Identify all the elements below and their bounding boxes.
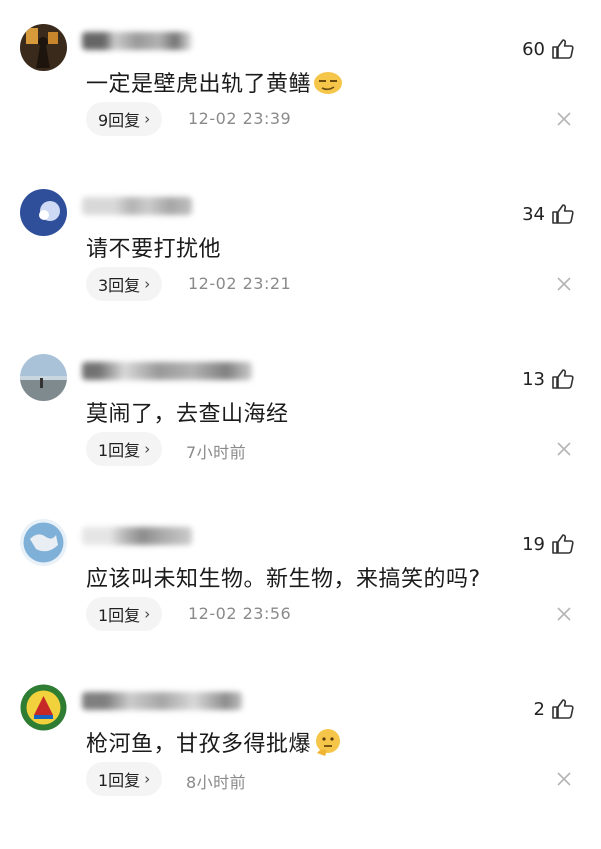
comment-time: 12-02 23:56 — [188, 604, 292, 623]
close-icon[interactable] — [555, 275, 573, 293]
avatar[interactable] — [20, 24, 67, 71]
replies-label: 1回复 — [98, 606, 141, 625]
replies-button[interactable]: 3回复 › — [86, 267, 163, 301]
like-button[interactable]: 34 — [522, 201, 575, 227]
comment-item: 2 枪河鱼，甘孜多得批爆 1回复 › 8小时前 — [0, 684, 601, 849]
thumbs-up-icon[interactable] — [551, 37, 575, 61]
replies-label: 1回复 — [98, 771, 141, 790]
avatar[interactable] — [20, 519, 67, 566]
thumbs-up-icon[interactable] — [551, 532, 575, 556]
comment-time: 8小时前 — [186, 773, 247, 792]
avatar[interactable] — [20, 189, 67, 236]
comment-time: 12-02 23:21 — [188, 274, 292, 293]
username-blurred[interactable] — [82, 197, 192, 215]
thumbs-up-icon[interactable] — [551, 697, 575, 721]
like-count: 13 — [522, 368, 545, 390]
avatar[interactable] — [20, 684, 67, 731]
replies-button[interactable]: 1回复 › — [86, 432, 163, 466]
like-count: 60 — [522, 38, 545, 60]
close-icon[interactable] — [555, 770, 573, 788]
username-blurred[interactable] — [82, 527, 192, 545]
thumbs-up-icon[interactable] — [551, 367, 575, 391]
comment-item: 34 请不要打扰他 3回复 › 12-02 23:21 — [0, 189, 601, 354]
chevron-right-icon: › — [144, 440, 151, 458]
like-button[interactable]: 2 — [534, 696, 575, 722]
chevron-right-icon: › — [144, 110, 151, 128]
like-button[interactable]: 19 — [522, 531, 575, 557]
chevron-right-icon: › — [144, 770, 151, 788]
thinking-face-emoji — [313, 727, 343, 757]
comment-list: 60 一定是壁虎出轨了黄鳝 9回复 › 12-02 23:39 34 请不要打扰… — [0, 0, 601, 839]
avatar[interactable] — [20, 354, 67, 401]
username-blurred[interactable] — [82, 692, 242, 710]
username-blurred[interactable] — [82, 32, 192, 50]
close-icon[interactable] — [555, 110, 573, 128]
comment-text: 应该叫未知生物。新生物，来搞笑的吗? — [86, 567, 481, 592]
username-blurred[interactable] — [82, 362, 252, 380]
comment-time: 12-02 23:39 — [188, 109, 292, 128]
like-count: 19 — [522, 533, 545, 555]
replies-button[interactable]: 9回复 › — [86, 102, 163, 136]
replies-button[interactable]: 1回复 › — [86, 762, 163, 796]
comment-item: 13 莫闹了，去查山海经 1回复 › 7小时前 — [0, 354, 601, 519]
comment-text: 枪河鱼，甘孜多得批爆 — [86, 726, 343, 758]
replies-label: 3回复 — [98, 276, 141, 295]
replies-label: 1回复 — [98, 441, 141, 460]
replies-label: 9回复 — [98, 111, 141, 130]
comment-text: 请不要打扰他 — [86, 237, 222, 262]
like-count: 2 — [533, 698, 545, 720]
comment-text: 一定是壁虎出轨了黄鳝 — [86, 66, 343, 98]
comment-item: 19 应该叫未知生物。新生物，来搞笑的吗? 1回复 › 12-02 23:56 — [0, 519, 601, 684]
replies-button[interactable]: 1回复 › — [86, 597, 163, 631]
thumbs-up-icon[interactable] — [551, 202, 575, 226]
chevron-right-icon: › — [144, 275, 151, 293]
chevron-right-icon: › — [144, 605, 151, 623]
like-count: 34 — [522, 203, 545, 225]
like-button[interactable]: 13 — [522, 366, 575, 392]
close-icon[interactable] — [555, 605, 573, 623]
close-icon[interactable] — [555, 440, 573, 458]
smug-face-emoji — [313, 67, 343, 97]
comment-item: 60 一定是壁虎出轨了黄鳝 9回复 › 12-02 23:39 — [0, 24, 601, 189]
comment-text: 莫闹了，去查山海经 — [86, 402, 289, 427]
comment-time: 7小时前 — [186, 443, 247, 462]
like-button[interactable]: 60 — [522, 36, 575, 62]
